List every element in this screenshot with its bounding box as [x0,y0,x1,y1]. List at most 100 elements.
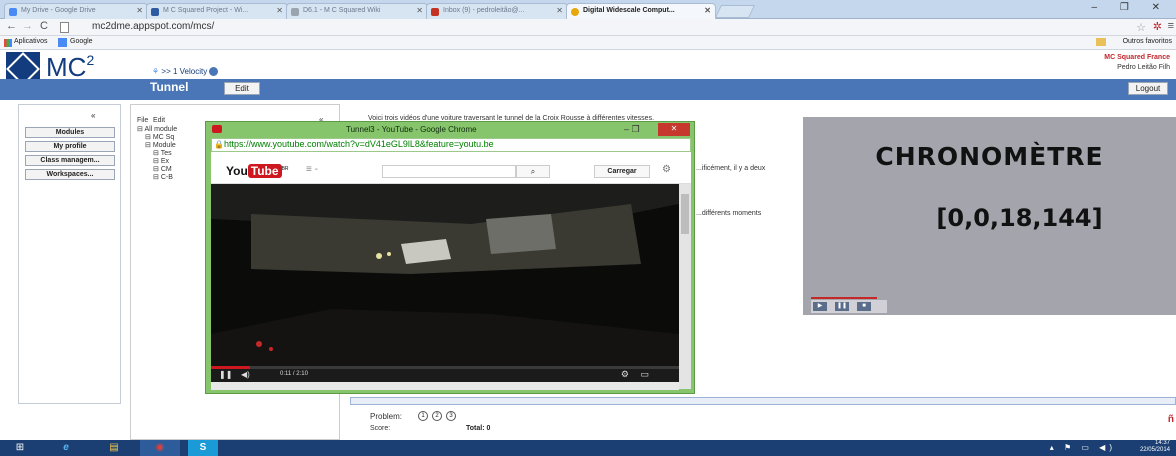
total-score: Total: 0 [466,425,491,432]
system-tray-icons[interactable]: ▴ ⚑ ▭ ◀) [1050,443,1116,452]
new-tab-button[interactable] [714,5,756,18]
tree-node[interactable]: ⊟ All module [137,125,177,133]
browser-tab[interactable]: Inbox (9) - pedroleitão@... ✕ [426,3,568,19]
close-tab-icon[interactable]: ✕ [276,6,283,15]
browser-tab-active[interactable]: Digital Widescale Comput... ✕ [566,3,716,19]
menu-edit[interactable]: Edit [153,117,165,124]
breadcrumb[interactable]: ⚘ >> 1 Velocity [152,67,219,77]
stop-button[interactable]: ■ [857,302,871,311]
chrome-icon[interactable]: ◉ [140,440,180,456]
youtube-popup-window: Tunnel3 - YouTube - Google Chrome – ❐ ✕ … [205,121,695,394]
gear-icon[interactable]: ⚙ [662,164,671,175]
menu-icon[interactable]: ≡ [1168,20,1174,32]
problem-option-1[interactable]: 1 [418,411,428,421]
collapse-icon[interactable]: « [91,111,95,120]
horizontal-scrollbar[interactable] [211,382,679,390]
tab-label: My Drive - Google Drive [21,7,96,14]
minimize-maximize-icon[interactable]: – ❐ [624,124,640,135]
youtube-logo[interactable]: You Tube BR [226,164,289,178]
star-icon[interactable]: ☆ [1136,21,1146,34]
folder-icon: ⊟ [153,150,161,157]
nav-workspaces-button[interactable]: Workspaces... [25,169,115,180]
nav-profile-button[interactable]: My profile [25,141,115,152]
close-tab-icon[interactable]: ✕ [556,6,563,15]
problem-option-2[interactable]: 2 [432,411,442,421]
close-tab-icon[interactable]: ✕ [416,6,423,15]
bookmark-other[interactable]: Outros favoritos [1123,38,1172,45]
folder-icon: ⊟ [153,174,161,181]
problem-option-3[interactable]: 3 [446,411,456,421]
pause-icon[interactable]: ❚❚ [219,370,232,379]
forward-icon[interactable]: → [22,20,33,32]
vertical-scrollbar[interactable] [679,184,691,389]
bookmarks-bar: Aplicativos Google Outros favoritos [0,36,1176,50]
left-nav-panel: « Modules My profile Class managem... Wo… [18,104,121,404]
chronometer-title: CHRONOMÈTRE [875,142,1104,171]
tree-node[interactable]: ⊟ CM [153,165,172,173]
reload-icon[interactable]: C [40,20,48,32]
bookmark-google[interactable]: Google [70,38,93,45]
browser-tab[interactable]: My Drive - Google Drive ✕ [4,3,148,19]
back-icon[interactable]: ← [6,20,17,32]
volume-icon[interactable]: ◀) [241,370,250,379]
url-field[interactable]: mc2dme.appspot.com/mcs/ [92,21,1092,34]
menu-file[interactable]: File [137,117,148,124]
video-frame [211,184,679,389]
upload-button[interactable]: Carregar [594,165,650,178]
tree-node[interactable]: ⊟ Tes [153,149,172,157]
user-name[interactable]: Pedro Leitão Filh [1117,64,1170,71]
edit-button[interactable]: Edit [224,82,260,95]
mc2-icon [151,8,159,16]
gmail-icon [431,8,439,16]
folder-icon: ⊟ [145,134,153,141]
content-text: ...différents moments [696,210,762,217]
folder-icon [1096,38,1106,46]
address-bar-row: ← → C mc2dme.appspot.com/mcs/ ☆ ✲ ≡ [0,19,1176,36]
logout-button[interactable]: Logout [1128,82,1168,95]
tab-label: Digital Widescale Comput... [583,7,675,14]
close-button[interactable]: ✕ [658,123,690,136]
nav-class-management-button[interactable]: Class managem... [25,155,115,166]
folder-icon: ⊟ [153,166,161,173]
guide-menu-icon[interactable]: ≡ - [306,164,318,175]
browser-tab[interactable]: D6.1 - M C Squared Wiki ✕ [286,3,428,19]
horizontal-scrollbar[interactable] [350,397,1176,405]
pdf-icon[interactable]: ñ [1168,414,1174,425]
close-tab-icon[interactable]: ✕ [704,6,711,15]
popup-title: Tunnel3 - YouTube - Google Chrome [346,125,477,134]
close-tab-icon[interactable]: ✕ [136,6,143,15]
tree-node[interactable]: ⊟ Ex [153,157,169,165]
page-icon [60,22,69,33]
fullscreen-icon[interactable]: ▭ [640,369,649,380]
chronometer-progress [811,297,877,299]
google-icon [58,38,67,47]
tree-node[interactable]: ⊟ Module [145,141,176,149]
explorer-icon[interactable]: ▤ [98,440,130,456]
search-button[interactable]: ⌕ [516,165,550,178]
youtube-search-input[interactable] [382,165,516,178]
score-label: Score: [370,425,391,432]
popup-titlebar[interactable]: Tunnel3 - YouTube - Google Chrome – ❐ ✕ [206,122,696,138]
play-button[interactable]: ▶ [813,302,827,311]
content-text: ...ificément, il y a deux [696,165,766,172]
extension-icon[interactable]: ✲ [1153,20,1162,33]
pause-button[interactable]: ❚❚ [835,302,849,311]
tree-node[interactable]: ⊟ MC Sq [145,133,174,141]
browser-tab[interactable]: M C Squared Project - Wi... ✕ [146,3,288,19]
browser-tab-bar: My Drive - Google Drive ✕ M C Squared Pro… [0,0,1176,19]
skype-icon[interactable]: S [188,440,218,456]
drive-icon [9,8,17,16]
window-controls[interactable]: – ❐ ✕ [1092,2,1170,13]
tree-node[interactable]: ⊟ C-B [153,173,173,181]
ie-icon[interactable]: e [52,440,80,456]
bookmark-apps[interactable]: Aplicativos [14,38,47,45]
video-player[interactable] [211,184,679,389]
settings-icon[interactable]: ⚙ [621,369,629,380]
problem-label: Problem: [370,412,403,421]
youtube-icon [212,125,222,133]
page-title: Tunnel [150,80,189,94]
nav-modules-button[interactable]: Modules [25,127,115,138]
taskbar: ⊞ e ▤ ◉ S ▴ ⚑ ▭ ◀) [0,440,1176,456]
start-icon[interactable]: ⊞ [8,440,32,456]
clock[interactable]: 14:37 22/05/2014 [1140,440,1170,454]
